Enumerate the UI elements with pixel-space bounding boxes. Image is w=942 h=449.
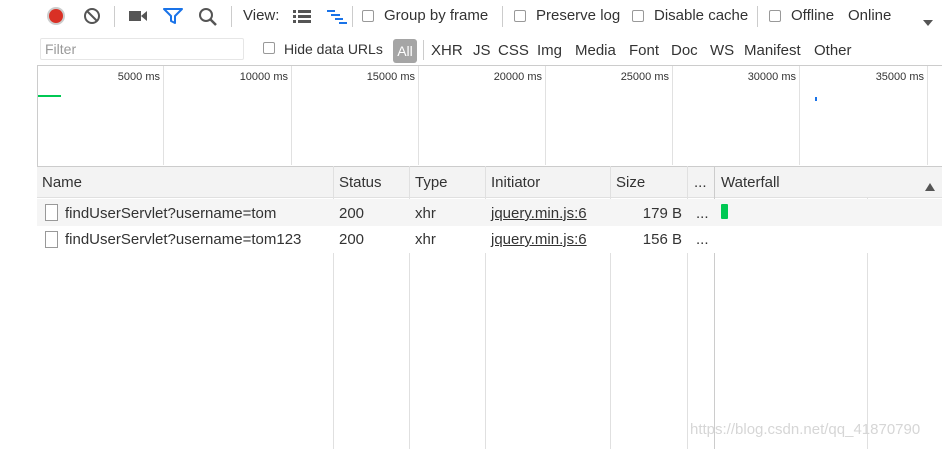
type-filter-xhr[interactable]: XHR	[431, 42, 463, 60]
request-initiator-link[interactable]: jquery.min.js:6	[491, 205, 587, 223]
tick-label: 20000 ms	[493, 71, 542, 83]
large-rows-icon[interactable]	[292, 9, 312, 23]
group-by-frame-checkbox[interactable]	[362, 10, 374, 22]
column-header-size[interactable]: Size	[616, 174, 645, 192]
tick-label: 5000 ms	[117, 71, 160, 83]
view-label: View:	[243, 7, 280, 24]
request-table-header	[37, 166, 942, 198]
request-name[interactable]: findUserServlet?username=tom123	[65, 231, 301, 249]
throttle-select[interactable]: Online	[848, 7, 891, 25]
request-type: xhr	[415, 231, 436, 248]
grid-line	[799, 66, 800, 165]
group-by-frame-label: Group by frame	[384, 7, 489, 24]
tick-label: 25000 ms	[620, 71, 669, 83]
waterfall-bar[interactable]	[721, 204, 728, 219]
overview-request-bar	[38, 95, 61, 97]
type-filter-manifest[interactable]: Manifest	[744, 42, 801, 60]
request-initiator-link[interactable]: jquery.min.js:6	[491, 231, 587, 249]
grid-line	[418, 66, 419, 165]
record-icon[interactable]	[47, 7, 65, 25]
column-header-name[interactable]: Name	[42, 174, 82, 192]
clear-icon[interactable]	[83, 7, 101, 25]
column-header-more[interactable]: ...	[694, 174, 707, 192]
request-size: 156 B	[642, 231, 682, 248]
toolbar-separator	[231, 6, 232, 27]
preserve-log-checkbox[interactable]	[514, 10, 526, 22]
preserve-log-label: Preserve log	[536, 7, 621, 24]
request-size: 179 B	[642, 205, 682, 222]
tick-label: 35000 ms	[875, 71, 924, 83]
toolbar-separator	[352, 6, 353, 27]
grid-line	[927, 66, 928, 165]
toolbar-separator	[757, 6, 758, 27]
request-more: ...	[696, 231, 709, 248]
chevron-down-icon[interactable]	[923, 13, 933, 26]
type-filter-font[interactable]: Font	[629, 42, 659, 60]
request-more: ...	[696, 205, 709, 222]
type-filter-doc[interactable]: Doc	[671, 42, 698, 60]
grid-line	[545, 66, 546, 165]
type-filter-img[interactable]: Img	[537, 42, 562, 60]
document-icon	[45, 204, 58, 221]
overview-request-bar	[815, 97, 817, 101]
waterfall-view-icon[interactable]	[326, 9, 348, 25]
watermark: https://blog.csdn.net/qq_41870790	[690, 421, 921, 438]
tick-label: 30000 ms	[747, 71, 796, 83]
type-filter-ws[interactable]: WS	[710, 42, 734, 60]
disable-cache-checkbox[interactable]	[632, 10, 644, 22]
screenshot-camera-icon[interactable]	[128, 9, 148, 23]
filter-input[interactable]	[40, 38, 244, 60]
column-header-initiator[interactable]: Initiator	[491, 174, 540, 192]
toolbar-separator	[114, 6, 115, 27]
tick-label: 10000 ms	[239, 71, 288, 83]
type-filter-js[interactable]: JS	[473, 42, 491, 60]
search-icon[interactable]	[198, 7, 218, 27]
filter-separator	[423, 40, 424, 60]
column-header-status[interactable]: Status	[339, 174, 382, 192]
sort-ascending-icon[interactable]	[925, 178, 935, 191]
hide-data-urls-label: Hide data URLs	[284, 41, 383, 57]
column-header-type[interactable]: Type	[415, 174, 448, 192]
grid-line	[163, 66, 164, 165]
tick-label: 15000 ms	[366, 71, 415, 83]
offline-label: Offline	[791, 7, 835, 24]
offline-checkbox[interactable]	[769, 10, 781, 22]
grid-line	[672, 66, 673, 165]
column-header-waterfall[interactable]: Waterfall	[721, 174, 780, 192]
type-filter-other[interactable]: Other	[814, 42, 852, 60]
hide-data-urls-checkbox[interactable]	[263, 42, 275, 54]
filter-funnel-icon[interactable]	[163, 7, 183, 25]
toolbar-separator	[502, 6, 503, 27]
grid-line	[291, 66, 292, 165]
request-status: 200	[339, 231, 365, 248]
request-name[interactable]: findUserServlet?username=tom	[65, 205, 276, 223]
type-filter-all[interactable]: All	[393, 39, 417, 63]
type-filter-css[interactable]: CSS	[498, 42, 529, 60]
request-status: 200	[339, 205, 365, 222]
disable-cache-label: Disable cache	[654, 7, 749, 24]
type-filter-media[interactable]: Media	[575, 42, 616, 60]
request-type: xhr	[415, 205, 436, 222]
document-icon	[45, 231, 58, 248]
